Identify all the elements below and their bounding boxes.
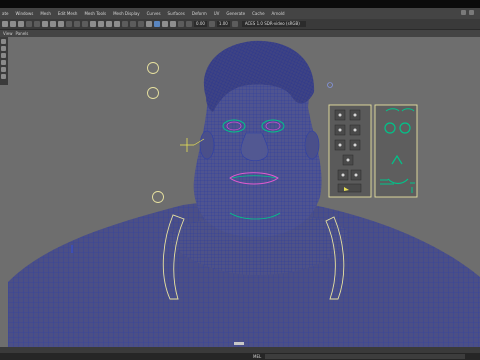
camera-icon[interactable] (122, 21, 128, 27)
menu-mesh-tools[interactable]: Mesh Tools (84, 8, 106, 19)
color-management-icon[interactable] (231, 21, 238, 27)
menu-deform[interactable]: Deform (192, 8, 207, 19)
snap-curve-icon[interactable] (74, 21, 80, 27)
command-line-input[interactable] (265, 354, 465, 359)
timeline-marker (234, 342, 244, 345)
undo-icon[interactable] (26, 21, 32, 27)
menu-curves[interactable]: Curves (147, 8, 161, 19)
viewport-scene[interactable] (8, 37, 480, 347)
redo-icon[interactable] (34, 21, 40, 27)
command-line-bar: MEL (0, 353, 480, 360)
smooth-shade-icon[interactable] (146, 21, 152, 27)
menu-arnold[interactable]: Arnold (272, 8, 285, 19)
new-scene-icon[interactable] (2, 21, 8, 27)
status-line: 0.00 1.00 ACES 1.0 SDR-video (sRGB) (0, 19, 480, 30)
menu-uv[interactable]: UV (214, 8, 220, 19)
rotate-icon[interactable] (1, 53, 6, 58)
menu-mesh[interactable]: Mesh (40, 8, 51, 19)
lasso-tool-icon[interactable] (50, 21, 56, 27)
xray-icon[interactable] (186, 21, 192, 27)
menu-generate[interactable]: Generate (226, 8, 245, 19)
scale-icon[interactable] (1, 60, 6, 65)
gamma-icon (208, 21, 215, 27)
paint-select-icon[interactable] (58, 21, 64, 27)
textured-icon[interactable] (154, 21, 160, 27)
layout-two-icon[interactable] (1, 74, 6, 79)
face-control-panel-right[interactable] (374, 104, 418, 198)
control-circle-2[interactable] (147, 87, 159, 99)
view-transform-dropdown[interactable]: ACES 1.0 SDR-video (sRGB) (241, 21, 306, 27)
tool-box (0, 37, 8, 85)
menu-windows[interactable]: Windows (15, 8, 33, 19)
save-scene-icon[interactable] (18, 21, 24, 27)
layout-icon[interactable] (1, 67, 6, 72)
main-menu-bar: ate Windows Mesh Edit Mesh Mesh Tools Me… (0, 8, 480, 19)
wireframe-toggle-icon[interactable] (138, 21, 144, 27)
panel-menu-view[interactable]: View (3, 31, 13, 36)
snap-point-icon[interactable] (82, 21, 88, 27)
exposure-field[interactable]: 0.00 (194, 21, 207, 27)
3d-viewport[interactable] (8, 37, 480, 347)
menu-cache[interactable]: Cache (252, 8, 264, 19)
render-settings-icon[interactable] (114, 21, 120, 27)
menu-mesh-display[interactable]: Mesh Display (113, 8, 140, 19)
control-circle-3[interactable] (152, 191, 164, 203)
ipr-render-icon[interactable] (106, 21, 112, 27)
snap-grid-icon[interactable] (66, 21, 72, 27)
lighting-icon[interactable] (162, 21, 168, 27)
grid-toggle-icon[interactable] (130, 21, 136, 27)
title-bar (0, 0, 480, 8)
right-ear-mesh[interactable] (304, 130, 320, 160)
history-icon[interactable] (90, 21, 96, 27)
select-tool-icon[interactable] (42, 21, 48, 27)
select-icon[interactable] (1, 39, 6, 44)
face-control-panel-left[interactable] (328, 104, 372, 198)
menu-edit-mesh[interactable]: Edit Mesh (58, 8, 78, 19)
window-controls (461, 10, 474, 15)
shadows-icon[interactable] (170, 21, 176, 27)
left-ear-mesh[interactable] (199, 130, 215, 160)
move-icon[interactable] (1, 46, 6, 51)
menu-create[interactable]: ate (2, 8, 8, 19)
minimize-icon[interactable] (461, 10, 466, 15)
gamma-field[interactable]: 1.00 (216, 21, 230, 27)
open-scene-icon[interactable] (10, 21, 16, 27)
control-circle-4[interactable] (327, 82, 333, 88)
maya-application: ate Windows Mesh Edit Mesh Mesh Tools Me… (0, 0, 480, 360)
control-circle-1[interactable] (147, 62, 159, 74)
panel-menu-panels[interactable]: Panels (16, 31, 29, 36)
isolate-select-icon[interactable] (178, 21, 184, 27)
nose-mesh[interactable] (240, 132, 269, 162)
menu-surfaces[interactable]: Surfaces (168, 8, 185, 19)
panel-menu-bar: View Panels (0, 30, 480, 37)
render-icon[interactable] (98, 21, 104, 27)
maximize-icon[interactable] (469, 10, 474, 15)
command-line-label: MEL (253, 354, 262, 359)
